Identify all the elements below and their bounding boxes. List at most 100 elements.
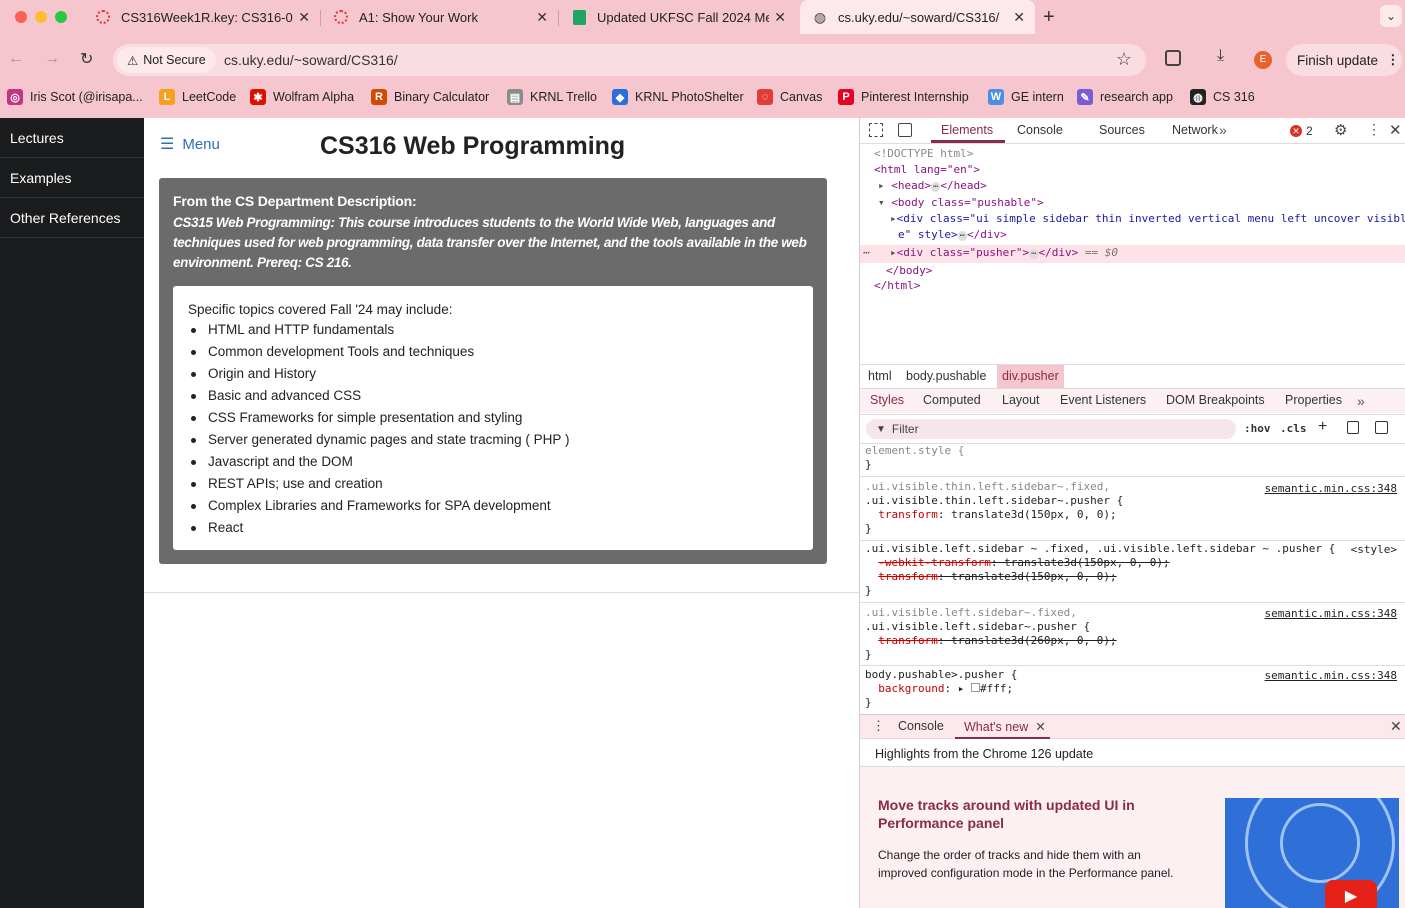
sidebar-item-other-references[interactable]: Other References: [0, 198, 144, 238]
dom-html-close[interactable]: </html>: [860, 278, 1405, 294]
error-badge[interactable]: ✕ 2: [1290, 124, 1313, 138]
css-source-link[interactable]: semantic.min.css:348: [1265, 669, 1397, 682]
breadcrumb-item[interactable]: div.pusher: [997, 365, 1064, 388]
bookmark-item[interactable]: ◆ KRNL PhotoShelter: [612, 88, 744, 106]
styles-pane-tab[interactable]: Computed: [923, 393, 981, 407]
breadcrumb-item[interactable]: body.pushable: [906, 369, 986, 383]
devtools-tab-sources[interactable]: Sources: [1099, 123, 1145, 137]
close-window-button[interactable]: [15, 11, 27, 23]
dom-html[interactable]: <html lang="en">: [860, 162, 1405, 178]
expand-arrow-icon[interactable]: ▸: [958, 682, 965, 695]
device-toolbar-icon[interactable]: [898, 123, 912, 137]
dom-head[interactable]: ▸ <head> ⋯ </head>: [860, 178, 1405, 196]
close-tab-icon[interactable]: ✕: [774, 9, 786, 26]
close-tab-icon[interactable]: ✕: [536, 9, 548, 26]
forward-button[interactable]: →: [44, 50, 60, 68]
devtools-menu-icon[interactable]: ⋮: [1367, 121, 1381, 138]
styles-pane-tab[interactable]: Layout: [1002, 393, 1040, 407]
css-source-link[interactable]: semantic.min.css:348: [1265, 482, 1397, 495]
styles-pane-tab[interactable]: Properties: [1285, 393, 1342, 407]
drawer-tab[interactable]: What's new ✕: [964, 719, 1046, 734]
css-source-link[interactable]: semantic.min.css:348: [1265, 607, 1397, 620]
collapse-arrow-icon[interactable]: ▾: [878, 196, 885, 209]
new-style-rule-icon[interactable]: +: [1318, 418, 1327, 436]
dom-sidebar-div[interactable]: ▸<div class="ui simple sidebar thin inve…: [860, 211, 1405, 227]
css-source-link[interactable]: <style>: [1351, 543, 1397, 556]
sidebar-item-examples[interactable]: Examples: [0, 158, 144, 198]
more-panes-icon[interactable]: »: [1357, 393, 1365, 409]
ellipsis-icon[interactable]: ⋯: [1029, 248, 1039, 259]
devtools-tab-elements[interactable]: Elements: [941, 123, 993, 137]
breadcrumb-item[interactable]: html: [868, 369, 892, 383]
tab-3[interactable]: Updated UKFSC Fall 2024 Me ✕: [559, 0, 796, 34]
devtools-tab-console[interactable]: Console: [1017, 123, 1063, 137]
bookmark-item[interactable]: P Pinterest Internship: [838, 88, 969, 106]
new-tab-button[interactable]: +: [1043, 6, 1055, 29]
whats-new-heading[interactable]: Move tracks around with updated UI in Pe…: [878, 796, 1168, 832]
back-button[interactable]: ←: [8, 50, 24, 68]
whats-new-video-thumbnail[interactable]: ▶: [1225, 798, 1399, 908]
toggle-sidebar-icon[interactable]: [1375, 421, 1388, 434]
close-drawer-icon[interactable]: ✕: [1390, 718, 1402, 735]
tab-search-button[interactable]: ⌄: [1380, 5, 1402, 27]
address-bar[interactable]: ⚠ Not Secure cs.uky.edu/~soward/CS316/ ☆: [113, 44, 1146, 76]
bookmark-item[interactable]: ◎ Iris Scot (@irisapa...: [7, 88, 143, 106]
download-icon[interactable]: ⤓: [1217, 47, 1224, 65]
expand-arrow-icon[interactable]: ▸: [878, 179, 885, 192]
paint-brush-icon[interactable]: [1347, 421, 1359, 434]
url-text[interactable]: cs.uky.edu/~soward/CS316/: [224, 52, 398, 68]
tab-1[interactable]: CS316Week1R.key: CS316-00 ✕: [83, 0, 320, 34]
avatar[interactable]: E: [1254, 51, 1272, 69]
dom-body-close[interactable]: </body>: [860, 263, 1405, 279]
close-tab-icon[interactable]: ✕: [1035, 720, 1045, 734]
styles-pane-tab[interactable]: Styles: [870, 393, 904, 407]
bookmark-item[interactable]: L LeetCode: [159, 88, 236, 106]
bookmark-item[interactable]: ✱ Wolfram Alpha: [250, 88, 354, 106]
play-icon[interactable]: ▶: [1325, 880, 1377, 908]
bookmark-item[interactable]: ▤ KRNL Trello: [507, 88, 597, 106]
color-swatch[interactable]: [970, 683, 980, 692]
expand-arrow-icon[interactable]: ▸: [890, 212, 897, 225]
row-actions-icon[interactable]: ⋯: [863, 245, 870, 261]
bookmark-item[interactable]: ✎ research app: [1077, 88, 1173, 106]
settings-gear-icon[interactable]: ⚙: [1334, 121, 1347, 139]
drawer-tab[interactable]: Console: [898, 719, 944, 733]
dom-doctype[interactable]: <!DOCTYPE html>: [860, 146, 1405, 162]
element-style-rule[interactable]: element.style { }: [865, 444, 964, 472]
extensions-icon[interactable]: [1165, 50, 1181, 66]
bookmark-item[interactable]: W GE intern: [988, 88, 1064, 106]
more-tabs-icon[interactable]: »: [1219, 122, 1227, 138]
ellipsis-icon[interactable]: ⋯: [931, 181, 941, 192]
maximize-window-button[interactable]: [55, 11, 67, 23]
close-devtools-icon[interactable]: ✕: [1389, 121, 1402, 139]
bookmark-item[interactable]: ◍ CS 316: [1190, 88, 1255, 106]
reload-button[interactable]: ↻: [80, 49, 93, 69]
bookmark-item[interactable]: ◌ Canvas: [757, 88, 822, 106]
cls-toggle[interactable]: .cls: [1280, 422, 1307, 435]
menu-toggle[interactable]: ☰ Menu: [160, 134, 220, 154]
bookmark-star-icon[interactable]: ☆: [1116, 49, 1132, 70]
tab-4[interactable]: ◍ cs.uky.edu/~soward/CS316/ ✕: [800, 0, 1035, 34]
devtools-tab-network[interactable]: Network: [1172, 123, 1218, 137]
css-rule-3[interactable]: .ui.visible.left.sidebar~.fixed, .ui.vis…: [865, 606, 1117, 662]
styles-pane-tab[interactable]: DOM Breakpoints: [1166, 393, 1265, 407]
dom-pusher-div[interactable]: ⋯ ▸<div class="pusher"> ⋯ </div> == $0: [860, 244, 1405, 263]
css-rule-2[interactable]: .ui.visible.left.sidebar ~ .fixed, .ui.v…: [865, 542, 1335, 598]
sidebar-item-lectures[interactable]: Lectures: [0, 118, 144, 158]
security-chip[interactable]: ⚠ Not Secure: [117, 47, 216, 73]
close-tab-icon[interactable]: ✕: [1013, 9, 1025, 26]
css-rule-4[interactable]: body.pushable>.pusher { background: ▸ #f…: [865, 668, 1017, 710]
ellipsis-icon[interactable]: ⋯: [957, 230, 968, 241]
styles-pane-tab[interactable]: Event Listeners: [1060, 393, 1146, 407]
drawer-menu-icon[interactable]: ⋮: [872, 718, 885, 734]
dom-body[interactable]: ▾ <body class="pushable">: [860, 195, 1405, 211]
minimize-window-button[interactable]: [35, 11, 47, 23]
tab-2[interactable]: A1: Show Your Work ✕: [321, 0, 558, 34]
styles-filter[interactable]: ▼ Filter: [866, 419, 1236, 439]
finish-update-button[interactable]: Finish update ⋮: [1286, 44, 1402, 76]
close-tab-icon[interactable]: ✕: [298, 9, 310, 26]
inspect-element-icon[interactable]: [869, 123, 883, 137]
hov-toggle[interactable]: :hov: [1244, 422, 1271, 435]
bookmark-item[interactable]: R Binary Calculator: [371, 88, 489, 106]
expand-arrow-icon[interactable]: ▸: [890, 246, 897, 259]
